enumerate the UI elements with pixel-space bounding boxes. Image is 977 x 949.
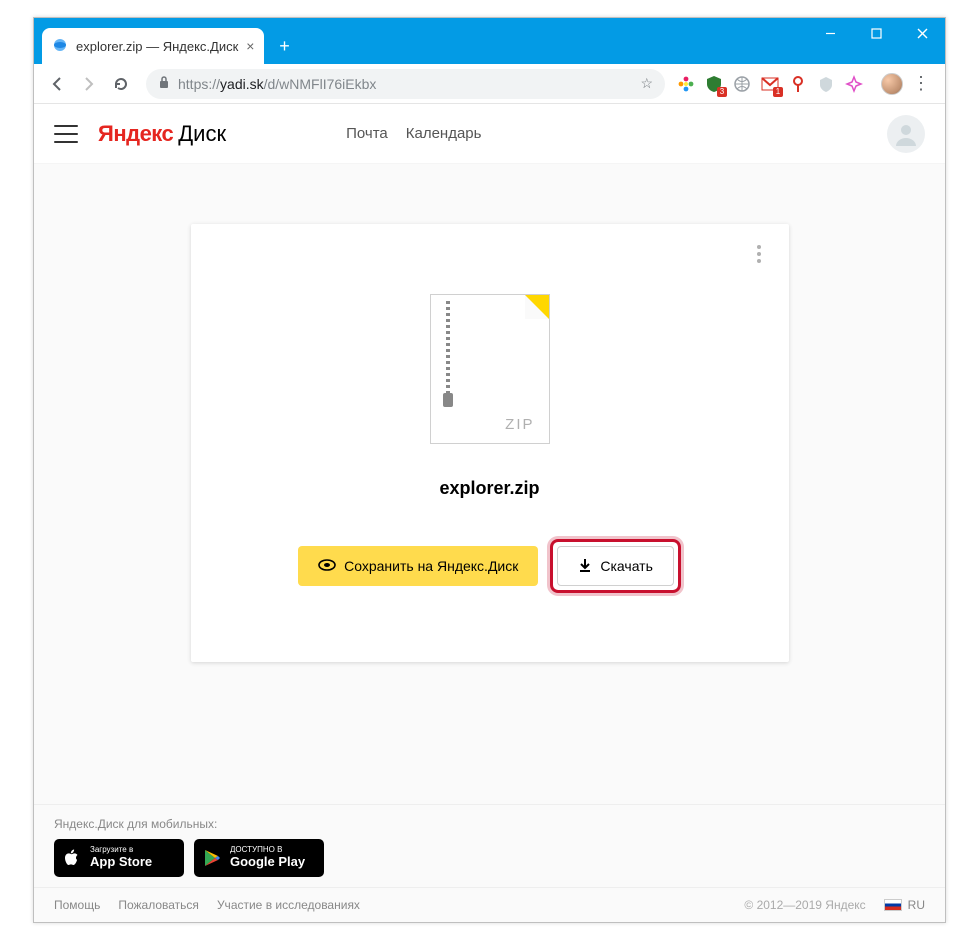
tab-title: explorer.zip — Яндекс.Диск bbox=[76, 39, 238, 54]
store-badges: Загрузите в App Store ДОСТУПНО В Google … bbox=[54, 839, 925, 877]
extension-gmail-icon[interactable]: 1 bbox=[759, 73, 781, 95]
url-path: /d/wNMFlI76iEkbx bbox=[264, 76, 377, 92]
mobile-heading: Яндекс.Диск для мобильных: bbox=[54, 817, 925, 831]
file-area: ZIP explorer.zip Сохранить на Яндекс.Дис… bbox=[34, 164, 945, 804]
url-domain: yadi.sk bbox=[220, 76, 264, 92]
logo-disk: Диск bbox=[178, 121, 226, 147]
file-type-label: ZIP bbox=[505, 416, 534, 433]
extension-adblock-badge: 3 bbox=[717, 87, 727, 97]
browser-window: explorer.zip — Яндекс.Диск × + bbox=[33, 17, 946, 923]
forward-button[interactable] bbox=[74, 69, 104, 99]
download-icon bbox=[578, 558, 592, 575]
save-button-label: Сохранить на Яндекс.Диск bbox=[344, 558, 518, 574]
download-button[interactable]: Скачать bbox=[557, 546, 674, 586]
disk-icon bbox=[318, 558, 336, 575]
googleplay-icon bbox=[202, 849, 222, 867]
site-icon bbox=[52, 37, 68, 56]
mobile-apps-row: Яндекс.Диск для мобильных: Загрузите в A… bbox=[34, 805, 945, 887]
menu-burger-icon[interactable] bbox=[54, 125, 78, 143]
extension-spark-icon[interactable] bbox=[843, 73, 865, 95]
save-to-disk-button[interactable]: Сохранить на Яндекс.Диск bbox=[298, 546, 538, 586]
bookmark-star-icon[interactable]: ☆ bbox=[640, 75, 653, 92]
browser-menu-icon[interactable]: ⋮ bbox=[909, 73, 933, 94]
lock-icon bbox=[158, 75, 170, 92]
omnibar: https://yadi.sk/d/wNMFlI76iEkbx ☆ 3 1 bbox=[34, 64, 945, 104]
footer-link-help[interactable]: Помощь bbox=[54, 898, 100, 912]
extension-gmail-badge: 1 bbox=[773, 87, 783, 97]
titlebar: explorer.zip — Яндекс.Диск × + bbox=[34, 18, 945, 64]
ru-flag-icon bbox=[884, 899, 902, 911]
card-menu-icon[interactable] bbox=[747, 242, 771, 266]
language-switcher[interactable]: RU bbox=[884, 898, 925, 912]
extension-privacy-icon[interactable] bbox=[815, 73, 837, 95]
page-content: Яндекс Диск Почта Календарь ZIP bbox=[34, 104, 945, 922]
download-highlight: Скачать bbox=[550, 539, 681, 593]
appstore-badge[interactable]: Загрузите в App Store bbox=[54, 839, 184, 877]
footer-link-report[interactable]: Пожаловаться bbox=[118, 898, 199, 912]
language-label: RU bbox=[908, 898, 925, 912]
file-card: ZIP explorer.zip Сохранить на Яндекс.Дис… bbox=[191, 224, 789, 662]
reload-button[interactable] bbox=[106, 69, 136, 99]
file-name: explorer.zip bbox=[439, 478, 539, 499]
extension-translate-icon[interactable] bbox=[731, 73, 753, 95]
yandex-nav: Почта Календарь bbox=[346, 125, 481, 142]
window-controls bbox=[807, 18, 945, 48]
zip-file-icon: ZIP bbox=[430, 294, 550, 444]
close-window-button[interactable] bbox=[899, 18, 945, 48]
appstore-line2: App Store bbox=[90, 855, 152, 869]
extension-gap bbox=[871, 73, 875, 95]
extension-flower-icon[interactable] bbox=[675, 73, 697, 95]
account-icon[interactable] bbox=[887, 115, 925, 153]
nav-link-calendar[interactable]: Календарь bbox=[406, 125, 482, 142]
close-tab-icon[interactable]: × bbox=[246, 38, 254, 54]
yandex-disk-logo[interactable]: Яндекс Диск bbox=[98, 121, 226, 147]
footer: Яндекс.Диск для мобильных: Загрузите в A… bbox=[34, 804, 945, 922]
footer-links: Помощь Пожаловаться Участие в исследован… bbox=[34, 887, 945, 922]
yandex-header: Яндекс Диск Почта Календарь bbox=[34, 104, 945, 164]
browser-tab[interactable]: explorer.zip — Яндекс.Диск × bbox=[42, 28, 264, 64]
back-button[interactable] bbox=[42, 69, 72, 99]
logo-yandex: Яндекс bbox=[98, 121, 173, 147]
extension-pin-icon[interactable] bbox=[787, 73, 809, 95]
minimize-button[interactable] bbox=[807, 18, 853, 48]
nav-link-mail[interactable]: Почта bbox=[346, 125, 388, 142]
button-row: Сохранить на Яндекс.Диск Скачать bbox=[298, 539, 681, 593]
gplay-line2: Google Play bbox=[230, 855, 305, 869]
footer-copyright: © 2012—2019 Яндекс bbox=[744, 898, 865, 912]
maximize-button[interactable] bbox=[853, 18, 899, 48]
footer-link-research[interactable]: Участие в исследованиях bbox=[217, 898, 360, 912]
url-text: https://yadi.sk/d/wNMFlI76iEkbx bbox=[178, 76, 632, 92]
download-button-label: Скачать bbox=[600, 558, 653, 574]
url-proto: https:// bbox=[178, 76, 220, 92]
new-tab-button[interactable]: + bbox=[268, 30, 300, 62]
profile-avatar[interactable] bbox=[881, 73, 903, 95]
extensions-row: 3 1 ⋮ bbox=[675, 73, 937, 95]
apple-icon bbox=[62, 849, 82, 867]
address-bar[interactable]: https://yadi.sk/d/wNMFlI76iEkbx ☆ bbox=[146, 69, 665, 99]
googleplay-badge[interactable]: ДОСТУПНО В Google Play bbox=[194, 839, 324, 877]
extension-adblock-icon[interactable]: 3 bbox=[703, 73, 725, 95]
